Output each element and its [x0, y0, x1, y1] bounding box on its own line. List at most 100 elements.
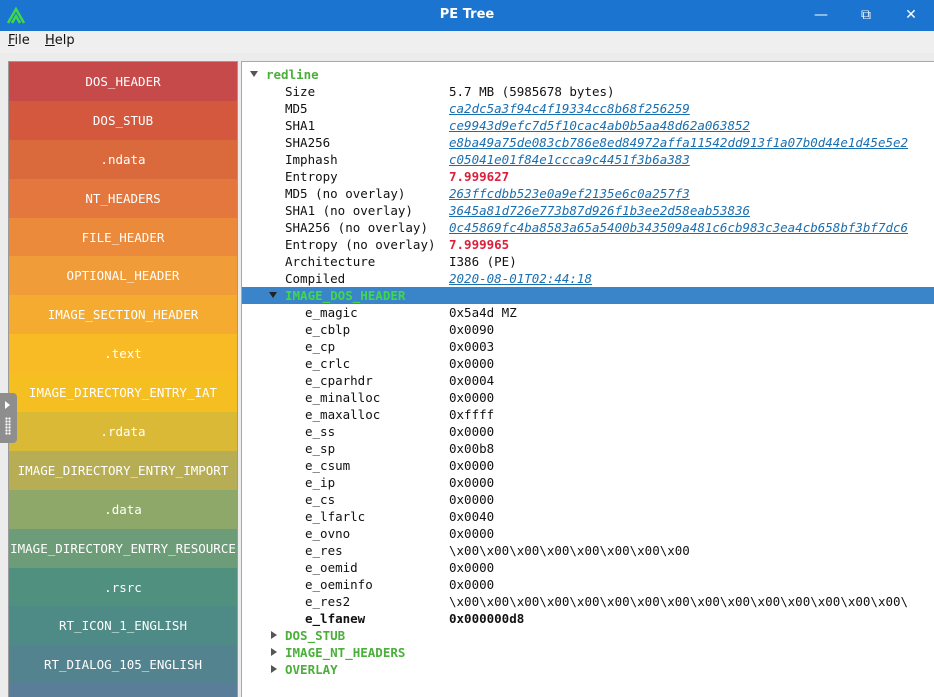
node-value[interactable]: 263ffcdbb523e0a9ef2135e6c0a257f3: [449, 185, 690, 202]
dos-header-field-row[interactable]: e_cs 0x0000: [242, 491, 934, 508]
section-block[interactable]: OPTIONAL_HEADER: [9, 256, 237, 296]
dos-header-field-row[interactable]: e_magic 0x5a4d MZ: [242, 304, 934, 321]
dos-header-field-row[interactable]: e_res2 \x00\x00\x00\x00\x00\x00\x00\x00\x…: [242, 593, 934, 610]
dos-header-field-row[interactable]: e_oeminfo 0x0000: [242, 576, 934, 593]
file-info-row[interactable]: SHA1 (no overlay) 3645a81d726e773b87d926f…: [242, 202, 934, 219]
node-key: IMAGE_DOS_HEADER: [285, 288, 406, 303]
node-value[interactable]: ca2dc5a3f94c4f19334cc8b68f256259: [449, 100, 690, 117]
dos-header-field-row[interactable]: e_res \x00\x00\x00\x00\x00\x00\x00\x00: [242, 542, 934, 559]
file-info-row[interactable]: Architecture I386 (PE): [242, 253, 934, 270]
menu-help[interactable]: Help: [45, 33, 75, 48]
node-value: 0x0000: [449, 577, 495, 592]
node-value: 0x0090: [449, 322, 495, 337]
node-key: e_oeminfo: [305, 577, 373, 592]
section-block[interactable]: FILE_HEADER: [9, 217, 237, 257]
section-block[interactable]: IMAGE_DIRECTORY_ENTRY_RESOURCE: [9, 528, 237, 568]
node-key: MD5 (no overlay): [285, 186, 406, 201]
node-value[interactable]: 3645a81d726e773b87d926f1b3ee2d58eab53836: [449, 202, 750, 219]
node-key: DOS_STUB: [285, 628, 346, 643]
file-info-row[interactable]: Entropy (no overlay) 7.999965: [242, 236, 934, 253]
section-block[interactable]: DOS_HEADER: [9, 62, 237, 101]
node-value: 0xffff: [449, 407, 495, 422]
dos-header-field-row[interactable]: e_minalloc 0x0000: [242, 389, 934, 406]
dos-header-field-row[interactable]: e_sp 0x00b8: [242, 440, 934, 457]
section-block[interactable]: [9, 684, 237, 697]
node-value: 0x0000: [449, 560, 495, 575]
minimize-icon[interactable]: —: [810, 4, 832, 26]
tree-root-redline[interactable]: redline: [242, 66, 934, 83]
file-info-row[interactable]: SHA1 ce9943d9efc7d5f10cac4ab0b5aa48d62a06…: [242, 117, 934, 134]
section-block[interactable]: IMAGE_DIRECTORY_ENTRY_IAT: [9, 373, 237, 413]
dos-header-field-row[interactable]: e_ss 0x0000: [242, 423, 934, 440]
dos-header-field-row[interactable]: e_lfanew 0x000000d8: [242, 610, 934, 627]
grip-icon: [5, 417, 11, 435]
node-value[interactable]: ce9943d9efc7d5f10cac4ab0b5aa48d62a063852: [449, 117, 750, 134]
dos-header-field-row[interactable]: e_cparhdr 0x0004: [242, 372, 934, 389]
tree-node-collapsed[interactable]: DOS_STUB: [242, 627, 934, 644]
expand-arrow-icon[interactable]: [250, 71, 258, 77]
tree-node-collapsed[interactable]: OVERLAY: [242, 661, 934, 678]
menu-file-rest: ile: [14, 33, 30, 48]
node-key: e_lfarlc: [305, 509, 366, 524]
node-key: e_sp: [305, 441, 336, 456]
file-info-row[interactable]: Size 5.7 MB (5985678 bytes): [242, 83, 934, 100]
file-info-row[interactable]: Entropy 7.999627: [242, 168, 934, 185]
node-value: \x00\x00\x00\x00\x00\x00\x00\x00: [449, 543, 690, 558]
collapsed-arrow-icon[interactable]: [271, 631, 277, 639]
dos-header-field-row[interactable]: e_crlc 0x0000: [242, 355, 934, 372]
dos-header-field-row[interactable]: e_maxalloc 0xffff: [242, 406, 934, 423]
expand-arrow-icon[interactable]: [269, 292, 277, 298]
node-value[interactable]: 0c45869fc4ba8583a65a5400b343509a481c6cb9…: [449, 219, 908, 236]
node-value[interactable]: 2020-08-01T02:44:18: [449, 270, 592, 287]
menu-file[interactable]: File: [8, 33, 30, 48]
file-info-row[interactable]: Imphash c05041e01f84e1ccca9c4451f3b6a383: [242, 151, 934, 168]
node-key: e_maxalloc: [305, 407, 381, 422]
node-key: e_cp: [305, 339, 336, 354]
node-value: 0x0000: [449, 492, 495, 507]
file-info-row[interactable]: SHA256 (no overlay) 0c45869fc4ba8583a65a5…: [242, 219, 934, 236]
dos-header-field-row[interactable]: e_oemid 0x0000: [242, 559, 934, 576]
node-value: 0x0000: [449, 458, 495, 473]
node-key: OVERLAY: [285, 662, 338, 677]
collapsed-arrow-icon[interactable]: [271, 648, 277, 656]
node-key: Entropy: [285, 169, 338, 184]
node-value: 0x0000: [449, 390, 495, 405]
menu-help-rest: elp: [54, 33, 75, 48]
tree-view[interactable]: redline Size 5.7 MB (5985678 bytes) MD5 ca2d…: [241, 61, 934, 697]
dos-header-field-row[interactable]: e_ip 0x0000: [242, 474, 934, 491]
file-info-row[interactable]: MD5 (no overlay) 263ffcdbb523e0a9ef2135e6…: [242, 185, 934, 202]
dos-header-field-row[interactable]: e_cblp 0x0090: [242, 321, 934, 338]
node-value[interactable]: e8ba49a75de083cb786e8ed84972affa11542dd9…: [449, 134, 908, 151]
collapsed-arrow-icon[interactable]: [271, 665, 277, 673]
close-icon[interactable]: ✕: [900, 4, 922, 26]
dos-header-field-row[interactable]: e_cp 0x0003: [242, 338, 934, 355]
section-block[interactable]: .ndata: [9, 139, 237, 179]
file-info-row[interactable]: MD5 ca2dc5a3f94c4f19334cc8b68f256259: [242, 100, 934, 117]
dos-header-field-row[interactable]: e_ovno 0x0000: [242, 525, 934, 542]
section-block[interactable]: .rdata: [9, 412, 237, 451]
node-value: 0x0000: [449, 526, 495, 541]
dos-header-field-row[interactable]: e_lfarlc 0x0040: [242, 508, 934, 525]
tree-node-image-dos-header[interactable]: IMAGE_DOS_HEADER: [242, 287, 934, 304]
tree-node-collapsed[interactable]: IMAGE_NT_HEADERS: [242, 644, 934, 661]
section-block[interactable]: .text: [9, 334, 237, 374]
node-key: Architecture: [285, 254, 376, 269]
node-value: 0x0040: [449, 509, 495, 524]
file-info-row[interactable]: Compiled 2020-08-01T02:44:18: [242, 270, 934, 287]
node-key: IMAGE_NT_HEADERS: [285, 645, 406, 660]
node-value[interactable]: c05041e01f84e1ccca9c4451f3b6a383: [449, 151, 690, 168]
dos-header-field-row[interactable]: e_csum 0x0000: [242, 457, 934, 474]
section-block[interactable]: .rsrc: [9, 567, 237, 607]
section-block[interactable]: IMAGE_SECTION_HEADER: [9, 295, 237, 335]
section-block[interactable]: NT_HEADERS: [9, 178, 237, 218]
section-block[interactable]: IMAGE_DIRECTORY_ENTRY_IMPORT: [9, 450, 237, 490]
collapse-handle[interactable]: [0, 393, 17, 443]
section-block[interactable]: RT_ICON_1_ENGLISH: [9, 606, 237, 646]
node-key: Entropy (no overlay): [285, 237, 436, 252]
section-block[interactable]: RT_DIALOG_105_ENGLISH: [9, 645, 237, 685]
section-block[interactable]: .data: [9, 489, 237, 529]
restore-icon[interactable]: ⧉: [855, 4, 877, 26]
node-key: redline: [266, 67, 319, 82]
section-block[interactable]: DOS_STUB: [9, 100, 237, 140]
file-info-row[interactable]: SHA256 e8ba49a75de083cb786e8ed84972affa11…: [242, 134, 934, 151]
